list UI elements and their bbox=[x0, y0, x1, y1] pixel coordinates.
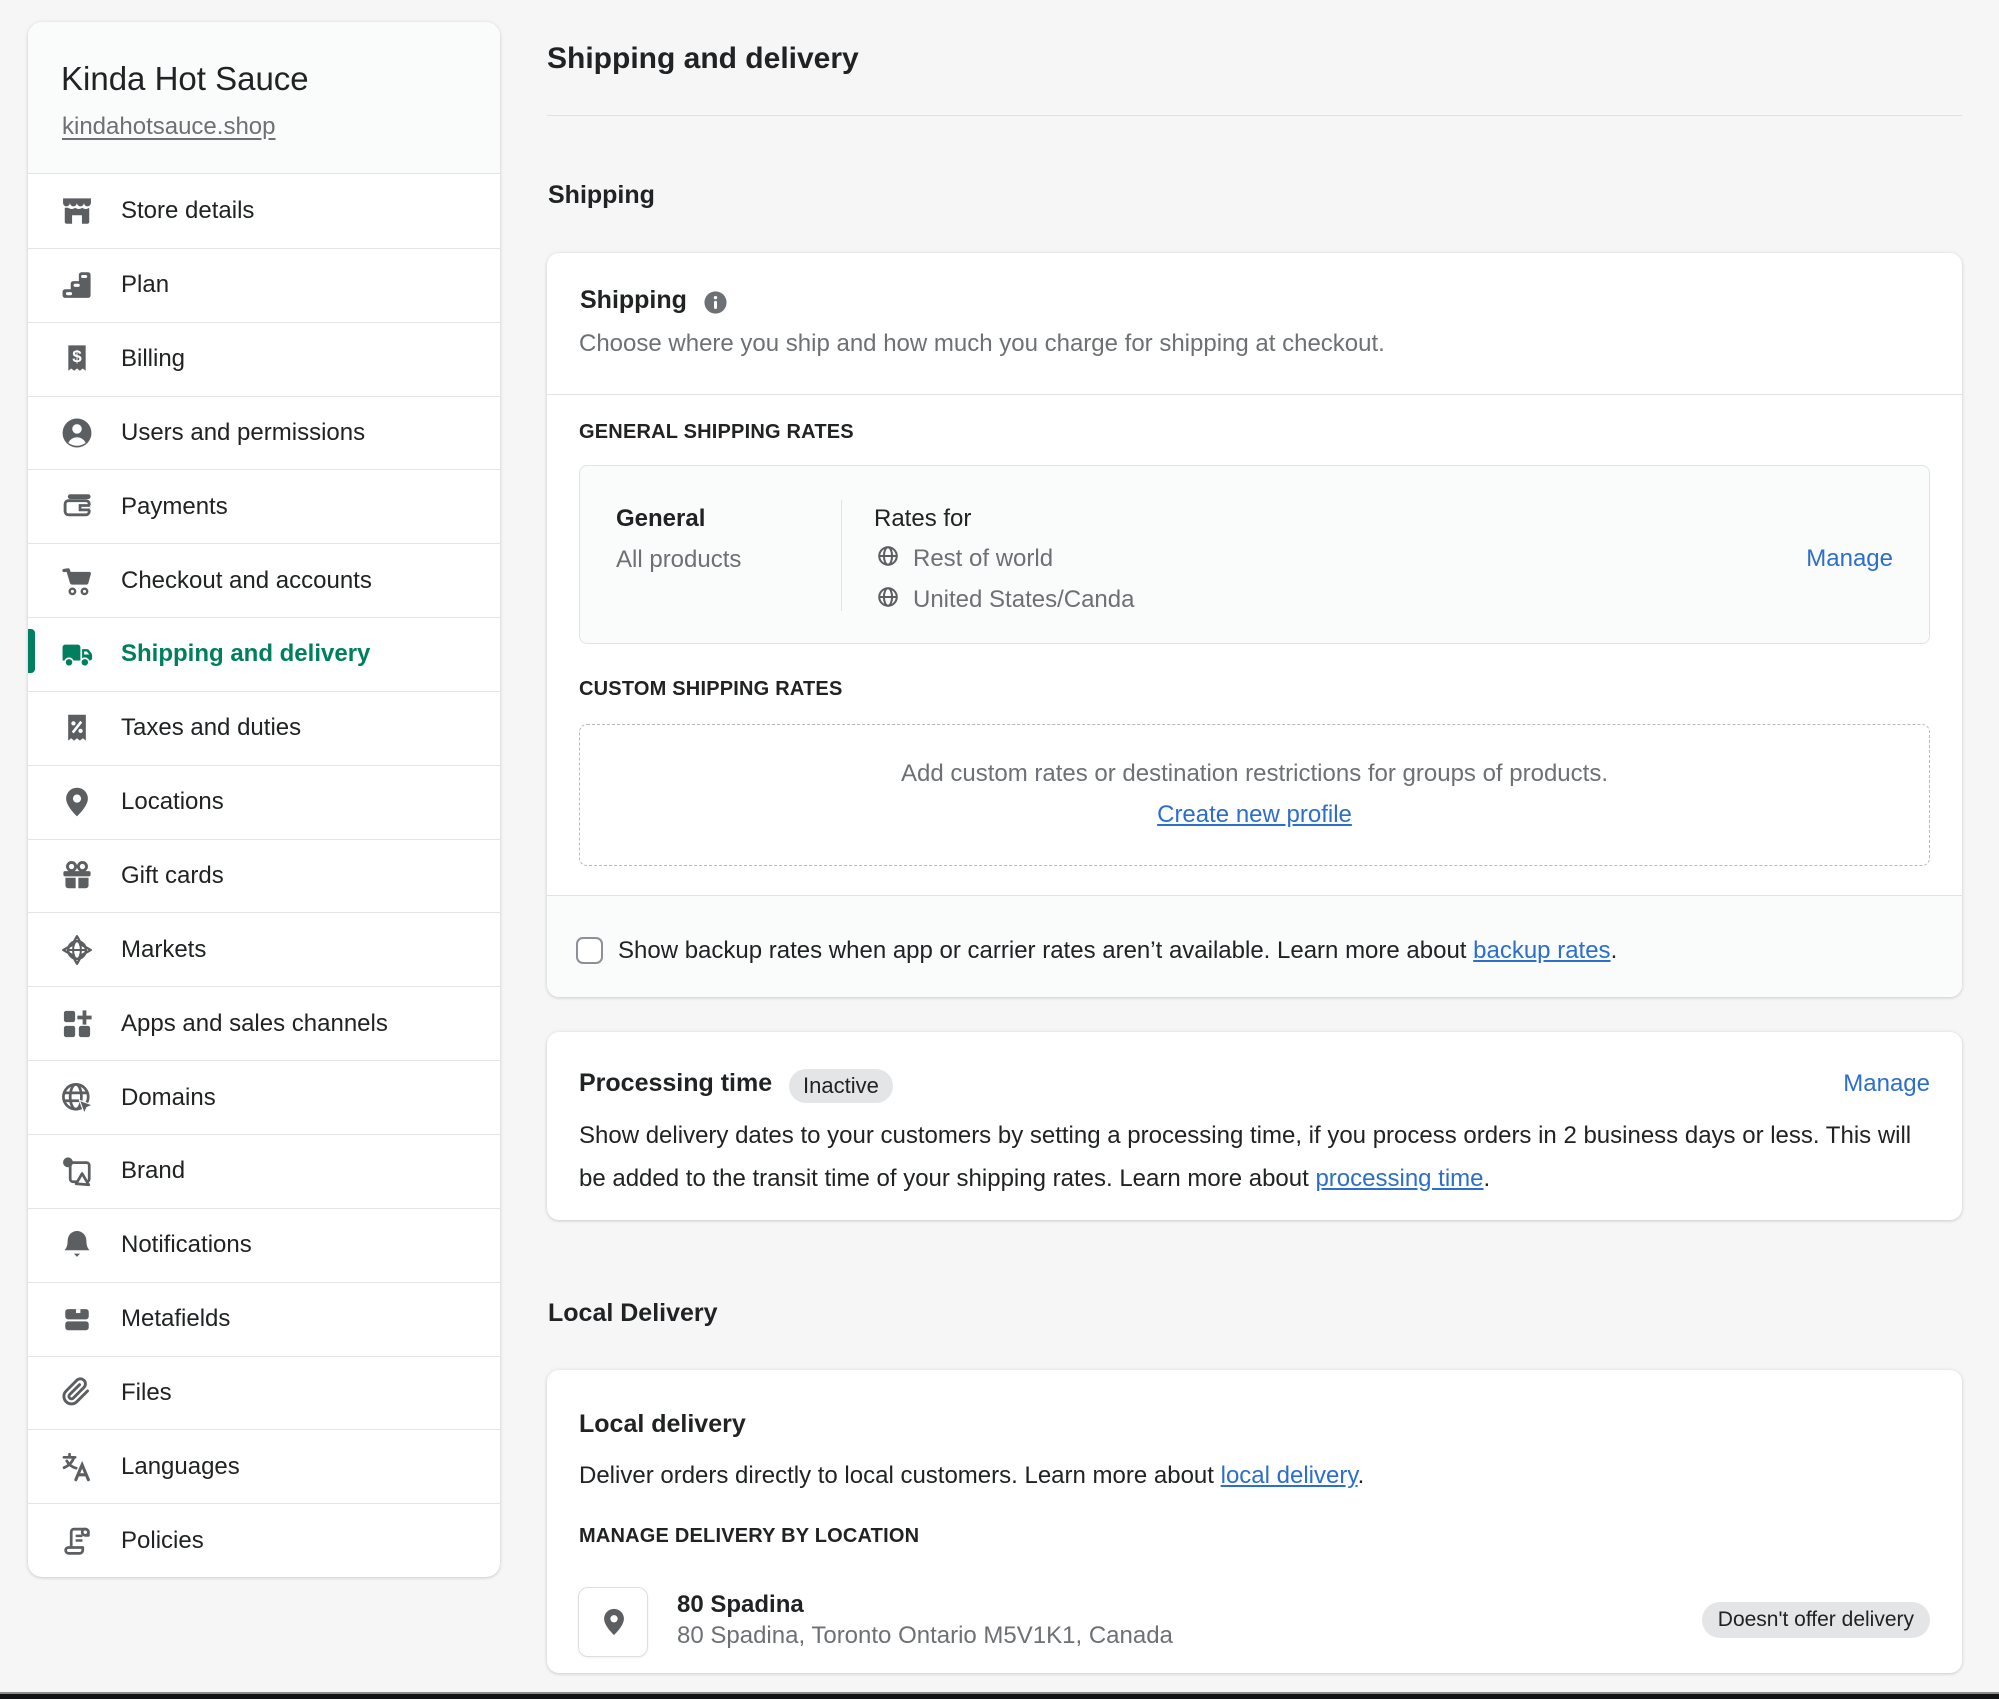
svg-text:$: $ bbox=[72, 347, 82, 366]
